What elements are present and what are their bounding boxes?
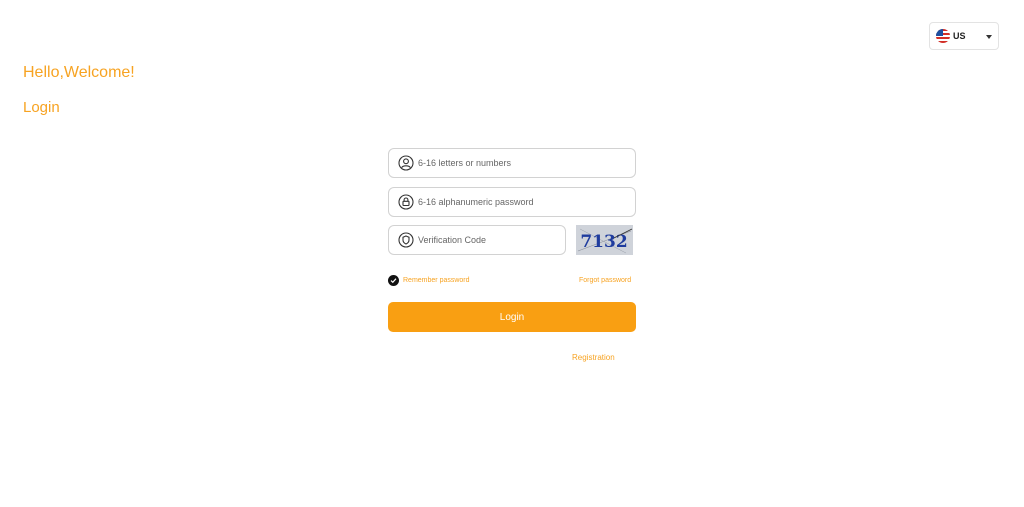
lock-icon <box>398 194 414 210</box>
registration-link[interactable]: Registration <box>572 353 615 362</box>
remember-password-label: Remember password <box>403 277 470 284</box>
language-selector[interactable]: US <box>929 22 999 50</box>
captcha-image[interactable]: 7132 <box>576 225 633 255</box>
verification-input[interactable] <box>418 235 565 245</box>
forgot-password-link[interactable]: Forgot password <box>579 277 631 284</box>
checkmark-icon[interactable] <box>388 275 399 286</box>
chevron-down-icon <box>986 35 992 39</box>
language-code: US <box>953 31 966 41</box>
username-input[interactable] <box>418 158 608 168</box>
shield-icon <box>398 232 414 248</box>
greeting-heading: Hello,Welcome! <box>23 64 135 81</box>
username-field[interactable] <box>388 148 636 178</box>
user-icon <box>398 155 414 171</box>
verification-field[interactable] <box>388 225 566 255</box>
login-button[interactable]: Login <box>388 302 636 332</box>
remember-password-toggle[interactable]: Remember password <box>388 275 470 286</box>
page-title: Login <box>23 99 60 116</box>
password-field[interactable] <box>388 187 636 217</box>
password-input[interactable] <box>418 197 608 207</box>
us-flag-icon <box>936 29 950 43</box>
